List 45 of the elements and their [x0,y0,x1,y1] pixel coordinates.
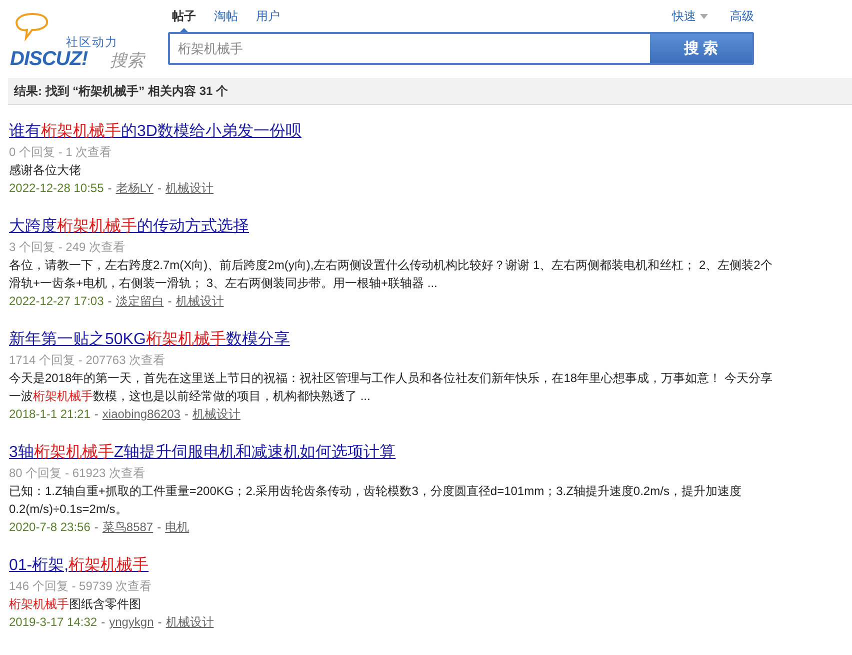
separator: - [158,614,162,631]
result-snippet: 桁架机械手图纸含零件图 [9,596,142,613]
separator: - [94,519,98,536]
forum-link[interactable]: 电机 [165,518,190,536]
separator: - [108,293,112,310]
advanced-link[interactable]: 高级 [730,8,754,25]
result-stats: 1714 个回复 - 207763 次查看 [9,352,166,369]
result-stats: 0 个回复 - 1 次查看 [9,144,113,161]
separator: - [157,519,162,536]
separator: - [101,614,106,631]
forum-link[interactable]: 机械设计 [176,292,224,310]
post-date: 2020-7-8 23:56 [9,519,90,536]
separator: - [158,180,162,197]
post-date: 2018-1-1 21:21 [9,406,90,423]
logo-tagline: 社区动力 [66,34,118,51]
author-link[interactable]: 淡定留白 [116,292,164,310]
logo-suffix: 搜索 [110,50,144,72]
quick-dropdown[interactable]: 快速 [672,8,708,25]
post-date: 2022-12-28 10:55 [9,180,104,197]
search-tab[interactable]: 淘帖 [212,8,240,32]
search-tab[interactable]: 帖子 [170,8,198,32]
author-link[interactable]: yngykgn [109,613,154,631]
result-snippet: 已知：1.Z轴自重+抓取的工件重量=200KG；2.采用齿轮齿条传动，齿轮模数3，分度圆直径d=101mm；3.Z轴提升速度0.2m/s，提升加速度0.2(m/s)÷0.1s=2m/s。 [9,483,742,518]
result-stats: 3 个回复 - 249 次查看 [9,239,126,256]
author-link[interactable]: 老杨LY [116,179,154,197]
result-snippet: 今天是2018年的第一天，首先在这里送上节日的祝福：祝社区管理与工作人员和各位社友们新年快乐，在18年里心想事成，万事如意！ 今天分享一波桁架机械手数模，这也是以前经常做的项目，机构都快熟透了 ... [9,370,774,405]
forum-link[interactable]: 机械设计 [192,405,240,423]
separator: - [108,180,112,197]
result-snippet: 各位，请教一下，左右跨度2.7m(X向)、前后跨度2m(y向),左右两侧设置什么传动机构比较好？谢谢 1、左右两侧都装电机和丝杠； 2、左侧装2个滑轨+一齿条+电机，右侧装一滑轨； 3、左右两侧装同步带。用一根轴+联轴器 ... [9,257,774,292]
post-date: 2019-3-17 14:32 [9,614,98,631]
logo-wordmark: DISCUZ! [10,48,88,71]
result-summary: 结果: 找到 “桁架机械手” 相关内容 31 个 [14,82,228,100]
forum-link[interactable]: 机械设计 [166,613,214,631]
separator: - [94,406,98,423]
author-link[interactable]: xiaobing86203 [102,405,180,423]
post-date: 2022-12-27 17:03 [9,293,104,310]
caret-icon [700,14,708,19]
author-link[interactable]: 菜鸟8587 [102,518,154,536]
separator: - [184,406,188,423]
forum-link[interactable]: 机械设计 [166,179,214,197]
result-stats: 80 个回复 - 61923 次查看 [9,465,146,482]
search-tab[interactable]: 用户 [254,8,282,32]
result-snippet: 感谢各位大佬 [9,162,82,179]
separator: - [168,293,172,310]
result-stats: 146 个回复 - 59739 次查看 [9,578,153,595]
